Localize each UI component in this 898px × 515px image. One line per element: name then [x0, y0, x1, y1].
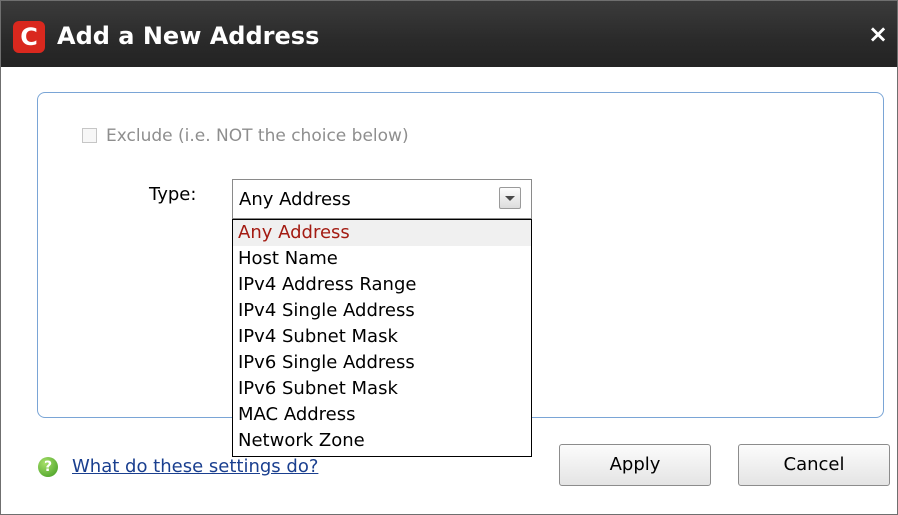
dropdown-option-ipv4-single-address[interactable]: IPv4 Single Address — [233, 298, 531, 324]
chevron-down-icon — [505, 196, 515, 201]
type-label: Type: — [149, 184, 197, 205]
dropdown-option-mac-address[interactable]: MAC Address — [233, 402, 531, 428]
dropdown-button[interactable] — [499, 187, 521, 209]
dropdown-option-ipv4-address-range[interactable]: IPv4 Address Range — [233, 272, 531, 298]
title-bar: C Add a New Address × — [1, 1, 897, 67]
cancel-button[interactable]: Cancel — [738, 444, 890, 486]
dropdown-option-host-name[interactable]: Host Name — [233, 246, 531, 272]
dialog-window: C Add a New Address × Exclude (i.e. NOT … — [0, 0, 898, 515]
dropdown-option-any-address[interactable]: Any Address — [233, 220, 531, 246]
dropdown-option-ipv6-single-address[interactable]: IPv6 Single Address — [233, 350, 531, 376]
dropdown-option-ipv6-subnet-mask[interactable]: IPv6 Subnet Mask — [233, 376, 531, 402]
type-dropdown-list: Any Address Host Name IPv4 Address Range… — [232, 219, 532, 457]
close-icon[interactable]: × — [863, 19, 893, 49]
dropdown-option-ipv4-subnet-mask[interactable]: IPv4 Subnet Mask — [233, 324, 531, 350]
help-icon[interactable]: ? — [38, 457, 58, 477]
comodo-logo-icon: C — [13, 21, 45, 53]
help-link[interactable]: What do these settings do? — [72, 454, 318, 480]
dialog-title: Add a New Address — [57, 22, 320, 50]
logo-letter: C — [20, 23, 38, 51]
exclude-label: Exclude (i.e. NOT the choice below) — [106, 126, 409, 146]
exclude-checkbox[interactable] — [82, 128, 97, 143]
type-select[interactable]: Any Address — [232, 179, 532, 219]
dropdown-option-network-zone[interactable]: Network Zone — [233, 428, 531, 454]
type-select-value: Any Address — [239, 189, 351, 210]
apply-button[interactable]: Apply — [559, 444, 711, 486]
